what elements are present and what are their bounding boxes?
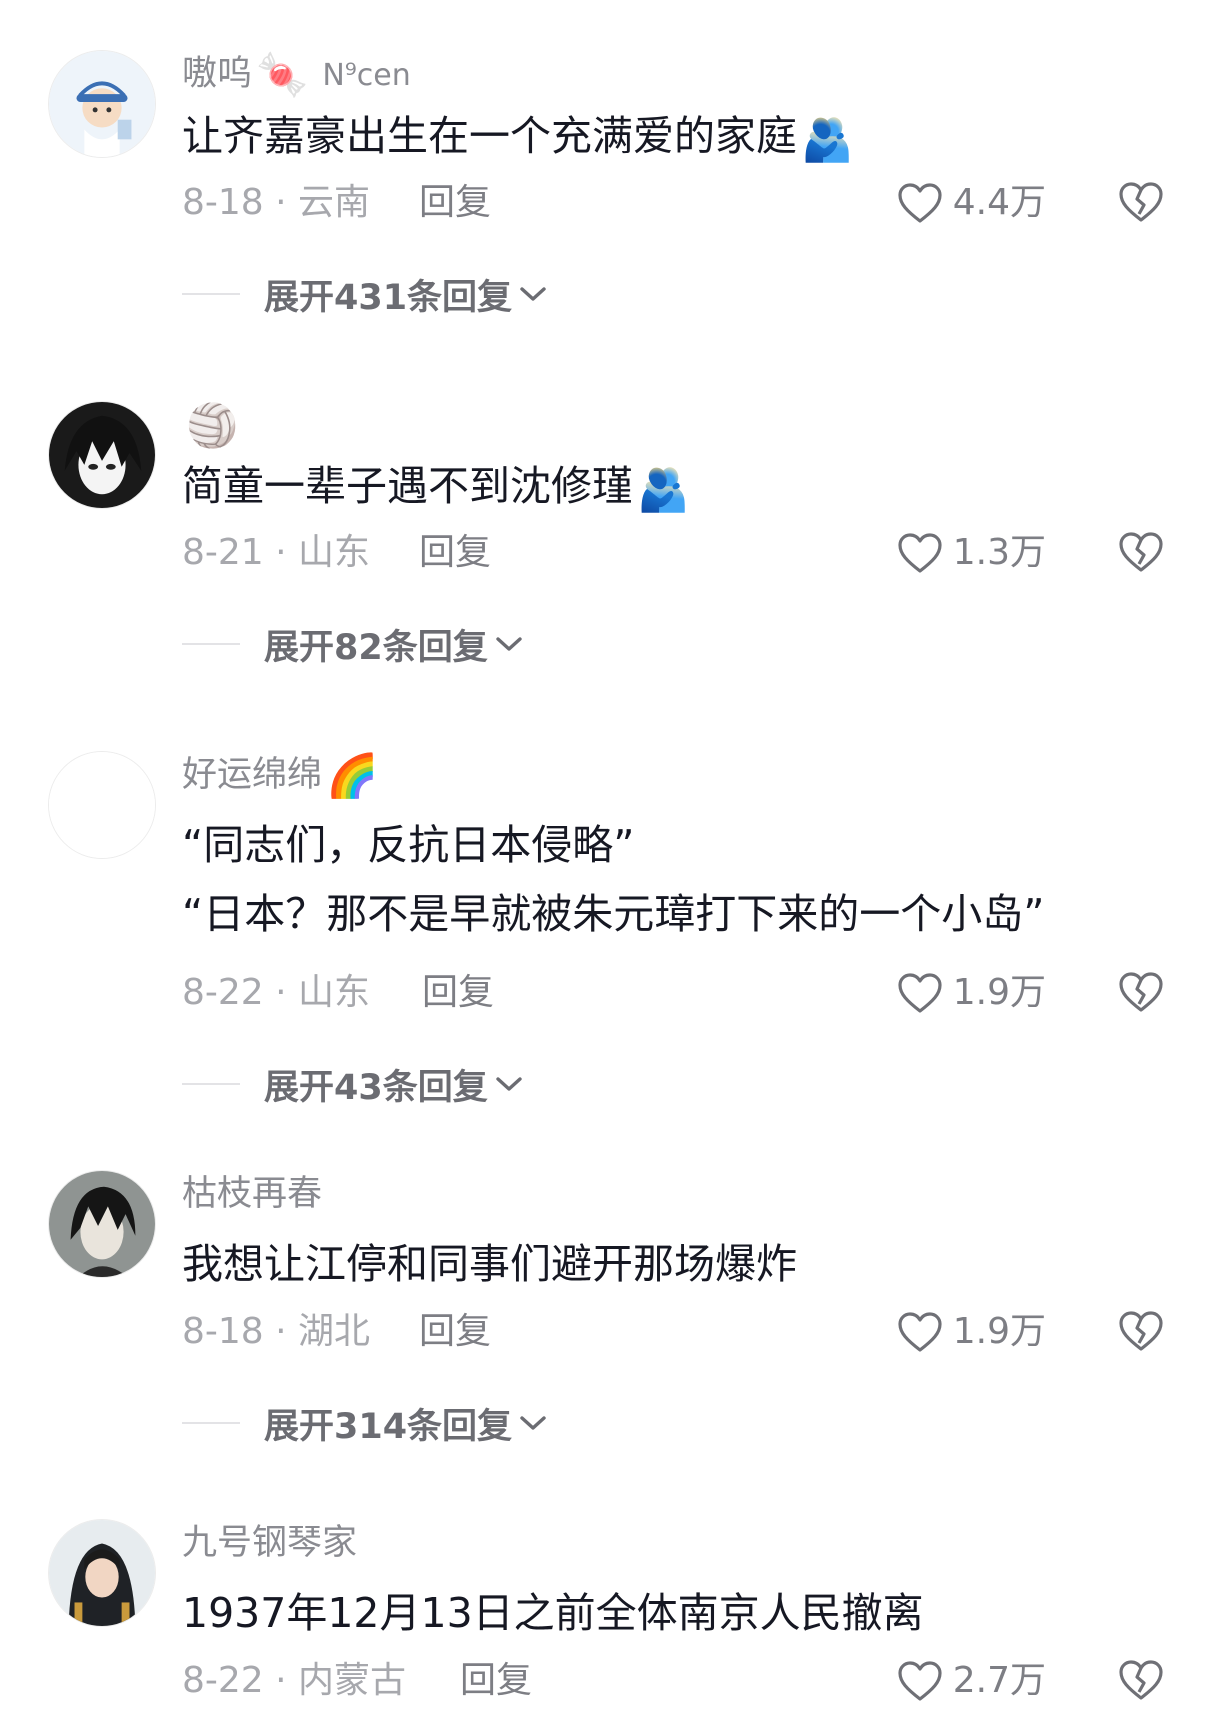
comment-meta: 8-21 · 山东 回复 1.3万 <box>182 525 1206 581</box>
expand-replies-button[interactable]: 展开43条回复 <box>182 1056 524 1112</box>
chevron-down-icon <box>520 1416 546 1430</box>
avatar[interactable] <box>48 1519 156 1627</box>
hug-emoji: 🫂 <box>801 115 854 164</box>
username[interactable]: 枯枝再春 <box>182 1170 322 1218</box>
reply-button[interactable]: 回复 <box>422 965 494 1021</box>
avatar[interactable] <box>48 401 156 509</box>
dislike-button[interactable] <box>1118 1310 1164 1369</box>
comment-text: 我想让江停和同事们避开那场爆炸 <box>182 1240 797 1288</box>
candy-emoji: 🍬 <box>256 50 309 99</box>
reply-button[interactable]: 回复 <box>460 1653 532 1709</box>
reply-button[interactable]: 回复 <box>419 175 491 231</box>
username[interactable]: 🏐 <box>182 401 238 450</box>
expand-replies-label: 展开431条回复 <box>264 277 513 318</box>
expand-replies-label: 展开82条回复 <box>264 627 488 668</box>
dislike-button[interactable] <box>1118 1659 1164 1718</box>
comment-meta: 8-18 · 云南 回复 4.4万 <box>182 175 1206 231</box>
expand-replies-button[interactable]: 展开431条回复 <box>182 266 548 322</box>
reply-button[interactable]: 回复 <box>419 525 491 581</box>
rainbow-emoji: 🌈 <box>326 751 379 800</box>
expand-replies-label: 展开43条回复 <box>264 1067 488 1108</box>
like-button[interactable]: 4.4万 <box>897 175 1046 231</box>
heart-outline-icon <box>898 533 942 573</box>
broken-heart-icon <box>1119 1660 1163 1700</box>
username[interactable]: 九号钢琴家 <box>182 1519 357 1567</box>
dislike-button[interactable] <box>1118 531 1164 590</box>
username-text: 好运绵绵 <box>182 755 323 795</box>
avatar[interactable] <box>48 751 156 859</box>
date-location: 8-22 · 山东 <box>182 972 371 1013</box>
like-button[interactable]: 1.3万 <box>897 525 1046 581</box>
like-button[interactable]: 1.9万 <box>897 1304 1046 1360</box>
username[interactable]: 嗷呜🍬 N⁹cen <box>182 50 411 100</box>
chevron-down-icon <box>520 287 546 301</box>
dislike-button[interactable] <box>1118 181 1164 240</box>
comment-meta: 8-22 · 山东 回复 1.9万 <box>182 965 1206 1021</box>
expand-replies-button[interactable]: 展开82条回复 <box>182 616 524 672</box>
date-location: 8-22 · 内蒙古 <box>182 1660 407 1701</box>
comment-text-body: 让齐嘉豪出生在一个充满爱的家庭 <box>182 112 797 160</box>
like-count: 1.9万 <box>952 972 1046 1013</box>
comment-meta: 8-22 · 内蒙古 回复 2.7万 <box>182 1653 1206 1709</box>
like-button[interactable]: 2.7万 <box>897 1653 1046 1709</box>
comment-text: 让齐嘉豪出生在一个充满爱的家庭🫂 <box>182 108 853 168</box>
heart-outline-icon <box>898 183 942 223</box>
divider <box>182 1083 240 1085</box>
avatar[interactable] <box>48 50 156 158</box>
date-location: 8-21 · 山东 <box>182 532 371 573</box>
comment-text: 1937年12月13日之前全体南京人民撤离 <box>182 1589 924 1637</box>
divider <box>182 1422 240 1424</box>
like-count: 1.9万 <box>952 1311 1046 1352</box>
username-tag: N⁹cen <box>322 58 411 93</box>
divider <box>182 643 240 645</box>
like-count: 2.7万 <box>952 1660 1046 1701</box>
comment-text-body: 简童一辈子遇不到沈修瑾 <box>182 462 633 510</box>
date-location: 8-18 · 云南 <box>182 182 371 223</box>
chevron-down-icon <box>496 1077 522 1091</box>
dislike-button[interactable] <box>1118 971 1164 1030</box>
like-count: 4.4万 <box>952 182 1046 223</box>
comment-text: 简童一辈子遇不到沈修瑾🫂 <box>182 458 689 518</box>
like-count: 1.3万 <box>952 532 1046 573</box>
username-text: 九号钢琴家 <box>182 1523 358 1563</box>
date-location: 8-18 · 湖北 <box>182 1311 371 1352</box>
heart-outline-icon <box>898 1661 942 1701</box>
chevron-down-icon <box>496 637 522 651</box>
heart-outline-icon <box>898 1312 942 1352</box>
username[interactable]: 好运绵绵🌈 <box>182 751 378 800</box>
hug-emoji: 🫂 <box>637 465 690 514</box>
broken-heart-icon <box>1119 182 1163 222</box>
broken-heart-icon <box>1119 532 1163 572</box>
volleyball-emoji: 🏐 <box>186 401 239 450</box>
expand-replies-label: 展开314条回复 <box>264 1406 513 1447</box>
reply-button[interactable]: 回复 <box>419 1304 491 1360</box>
username-text: 枯枝再春 <box>182 1174 323 1214</box>
heart-outline-icon <box>898 973 942 1013</box>
like-button[interactable]: 1.9万 <box>897 965 1046 1021</box>
expand-replies-button[interactable]: 展开314条回复 <box>182 1395 548 1451</box>
comment-text-line: “同志们，反抗日本侵略” <box>182 821 635 869</box>
comment-meta: 8-18 · 湖北 回复 1.9万 <box>182 1304 1206 1360</box>
broken-heart-icon <box>1119 972 1163 1012</box>
avatar[interactable] <box>48 1170 156 1278</box>
comment-text-line: “日本？那不是早就被朱元璋打下来的一个小岛” <box>182 890 1045 938</box>
username-text: 嗷呜 <box>182 54 253 94</box>
divider <box>182 293 240 295</box>
broken-heart-icon <box>1119 1311 1163 1351</box>
